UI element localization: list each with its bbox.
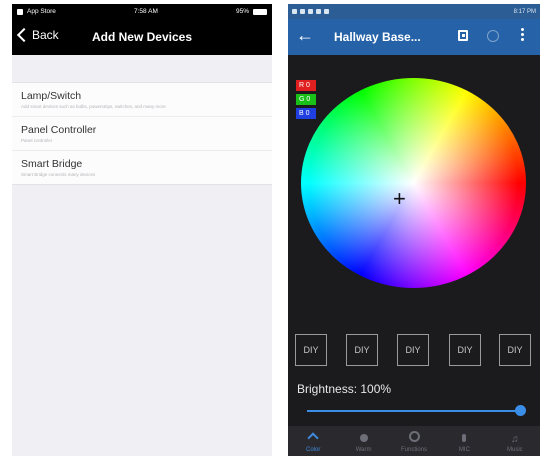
- diy-button-2[interactable]: DIY: [346, 334, 378, 366]
- color-icon: [307, 432, 319, 444]
- page-title: Add New Devices: [91, 30, 193, 44]
- functions-icon: [408, 431, 420, 442]
- power-icon[interactable]: [487, 30, 499, 42]
- tab-warm[interactable]: Warm: [338, 426, 388, 456]
- device-item-panel-controller[interactable]: Panel Controller Panel controller: [12, 117, 272, 151]
- ios-status-bar: App Store 7:58 AM 95%: [12, 4, 272, 19]
- device-description: Panel controller: [21, 138, 53, 143]
- device-type-list: Lamp/Switch Add smart devices such as bu…: [12, 82, 272, 185]
- more-vert-icon[interactable]: [521, 28, 524, 43]
- ios-screen: App Store 7:58 AM 95% Back Add New Devic…: [12, 4, 272, 456]
- status-time: 8:17 PM: [513, 8, 536, 15]
- tab-label: Warm: [355, 447, 372, 453]
- brightness-slider-track[interactable]: [307, 410, 521, 412]
- device-item-lamp-switch[interactable]: Lamp/Switch Add smart devices such as bu…: [12, 83, 272, 117]
- tab-label: Color: [306, 447, 321, 453]
- arrow-left-icon[interactable]: ←: [296, 25, 314, 45]
- color-wheel[interactable]: [301, 78, 526, 288]
- tab-color[interactable]: Color: [288, 426, 338, 456]
- android-status-bar: 8:17 PM: [288, 4, 540, 19]
- bottom-navigation: Color Warm Functions MIC ♫ Music: [288, 426, 540, 456]
- brightness-slider-thumb[interactable]: [515, 405, 526, 416]
- tab-music[interactable]: ♫ Music: [490, 426, 540, 456]
- diy-button-1[interactable]: DIY: [295, 334, 327, 366]
- device-item-smart-bridge[interactable]: Smart Bridge Smart Bridge connects many …: [12, 151, 272, 184]
- tab-functions[interactable]: Functions: [389, 426, 439, 456]
- tab-label: Music: [506, 447, 523, 453]
- tab-label: MIC: [458, 447, 470, 453]
- status-carrier: App Store: [27, 8, 56, 15]
- device-title: Lamp/Switch: [21, 90, 82, 102]
- diy-button-4[interactable]: DIY: [449, 334, 481, 366]
- app-store-icon: [17, 8, 23, 15]
- timer-icon[interactable]: [458, 30, 468, 41]
- notification-icons: [292, 9, 329, 14]
- device-description: Smart Bridge connects many devices: [21, 172, 96, 177]
- device-description: Add smart devices such as bulbs, powerst…: [21, 104, 166, 109]
- ios-navigation-bar: Back Add New Devices: [12, 19, 272, 55]
- red-value-badge: R 0: [296, 80, 316, 91]
- device-title: Panel Controller: [21, 124, 97, 136]
- tab-label: Functions: [401, 447, 428, 453]
- device-title: Smart Bridge: [21, 158, 83, 170]
- status-time: 7:58 AM: [134, 8, 158, 15]
- status-battery: 95%: [235, 8, 249, 15]
- toolbar-title: Hallway Base...: [334, 30, 421, 44]
- blue-value-badge: B 0: [296, 108, 316, 119]
- warm-icon: [359, 434, 368, 442]
- android-screen: 8:17 PM ← Hallway Base... + R 0 G 0 B 0 …: [288, 4, 540, 456]
- brightness-label: Brightness: 100%: [297, 382, 392, 396]
- tab-mic[interactable]: MIC: [439, 426, 489, 456]
- app-toolbar: ← Hallway Base...: [288, 19, 540, 55]
- green-value-badge: G 0: [296, 94, 316, 105]
- diy-button-3[interactable]: DIY: [397, 334, 429, 366]
- mic-icon: [462, 434, 467, 442]
- battery-icon: [252, 8, 267, 15]
- music-icon: ♫: [511, 434, 519, 445]
- color-picker-crosshair[interactable]: +: [393, 188, 406, 210]
- diy-button-5[interactable]: DIY: [499, 334, 531, 366]
